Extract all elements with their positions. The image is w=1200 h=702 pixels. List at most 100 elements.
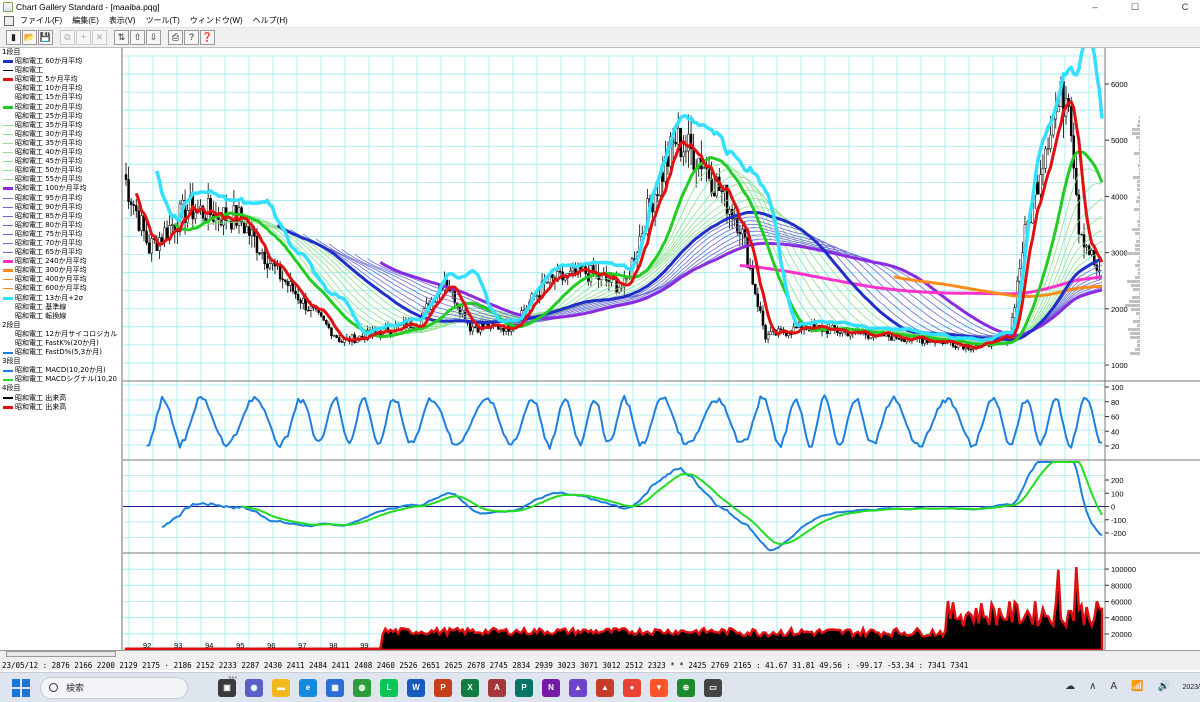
explorer-icon[interactable]: ▬ xyxy=(272,678,290,697)
add-button[interactable]: + xyxy=(76,30,91,45)
minimize-button[interactable]: – xyxy=(1080,0,1110,14)
volume-icon[interactable]: 🔊 xyxy=(1158,681,1170,692)
close-button[interactable]: C xyxy=(1170,0,1200,14)
ime-icon[interactable]: A xyxy=(1110,681,1117,692)
candle-body xyxy=(1041,167,1045,176)
legend-item[interactable]: 昭和電工 85か月平均 xyxy=(0,212,121,221)
axis-tick-label: 80 xyxy=(1111,398,1119,407)
brave-icon[interactable]: ▼ xyxy=(650,678,668,697)
chat-icon[interactable]: ◉ xyxy=(245,678,263,697)
legend-item[interactable]: 昭和電工 600か月平均 xyxy=(0,284,121,293)
overflow-icon[interactable]: ∧ xyxy=(1089,681,1096,692)
legend-item[interactable]: 昭和電工 13か月+2σ xyxy=(0,294,121,303)
legend-item[interactable]: 昭和電工 60か月平均 xyxy=(0,57,121,66)
legend-item[interactable]: 昭和電工 転換線 xyxy=(0,312,121,321)
down-button[interactable]: ⇩ xyxy=(146,30,161,45)
legend-section-header[interactable]: 3段目 xyxy=(0,357,121,366)
onenote-icon[interactable]: N xyxy=(542,678,560,697)
legend-item[interactable]: 昭和電工 基準線 xyxy=(0,303,121,312)
print-button[interactable]: ⎙ xyxy=(168,30,183,45)
year-label: 10 xyxy=(702,641,710,650)
legend-item[interactable]: 昭和電工 65か月平均 xyxy=(0,248,121,257)
legend-item[interactable]: 昭和電工 5か月平均 xyxy=(0,75,121,84)
candle-body xyxy=(330,327,333,337)
legend-item[interactable]: 昭和電工 35か月平均 xyxy=(0,121,121,130)
legend-item[interactable]: 昭和電工 75か月平均 xyxy=(0,230,121,239)
chart-type-button[interactable]: ▮ xyxy=(6,30,21,45)
menu-file[interactable]: ファイル(F) xyxy=(15,14,67,28)
access-icon[interactable]: A xyxy=(488,678,506,697)
start-icon[interactable] xyxy=(12,678,30,697)
legend-swatch xyxy=(3,307,13,308)
legend-item[interactable]: 昭和電工 12か月サイコロジカル xyxy=(0,330,121,339)
chart-gallery-icon[interactable]: ◍ xyxy=(353,678,371,697)
legend-item[interactable]: 昭和電工 20か月平均 xyxy=(0,103,121,112)
legend-item[interactable]: 昭和電工 80か月平均 xyxy=(0,221,121,230)
volume-profile-bar xyxy=(1129,300,1140,303)
delete-button[interactable]: ✕ xyxy=(92,30,107,45)
legend-item[interactable]: 昭和電工 30か月平均 xyxy=(0,130,121,139)
help-button[interactable]: ? xyxy=(184,30,199,45)
save-button[interactable]: 💾 xyxy=(38,30,53,45)
legend-item[interactable]: 昭和電工 95か月平均 xyxy=(0,194,121,203)
menu-tools[interactable]: ツール(T) xyxy=(141,14,185,28)
legend-item[interactable]: 昭和電工 FastD%(5,3か月) xyxy=(0,348,121,357)
legend-item[interactable]: 昭和電工 15か月平均 xyxy=(0,93,121,102)
candle-body xyxy=(545,282,549,284)
context-help-button[interactable]: ❓ xyxy=(200,30,215,45)
legend-item[interactable]: 昭和電工 25か月平均 xyxy=(0,112,121,121)
legend-item[interactable]: 昭和電工 45か月平均 xyxy=(0,157,121,166)
volume-profile-bar xyxy=(1139,156,1140,159)
legend-item[interactable]: 昭和電工 240か月平均 xyxy=(0,257,121,266)
store-icon[interactable]: ▦ xyxy=(326,678,344,697)
legend-section-header[interactable]: 2段目 xyxy=(0,321,121,330)
paint-icon[interactable]: ▲ xyxy=(596,678,614,697)
affinity-icon[interactable]: ▲ xyxy=(569,678,587,697)
menu-help[interactable]: ヘルプ(H) xyxy=(248,14,293,28)
legend-item[interactable]: 昭和電工 50か月平均 xyxy=(0,166,121,175)
candle-body xyxy=(787,333,790,336)
excel-icon[interactable]: X xyxy=(461,678,479,697)
legend-item[interactable]: 昭和電工 90か月平均 xyxy=(0,203,121,212)
menu-window[interactable]: ウィンドウ(W) xyxy=(185,14,248,28)
horizontal-scrollbar[interactable] xyxy=(6,651,116,657)
document-icon[interactable] xyxy=(4,15,14,26)
axis-tick-label: 4000 xyxy=(1111,192,1128,201)
search-icon xyxy=(49,683,58,692)
search-placeholder: 検索 xyxy=(66,683,85,693)
legend-item[interactable]: 昭和電工 100か月平均 xyxy=(0,184,121,193)
legend-section-header[interactable]: 4段目 xyxy=(0,384,121,393)
chrome-icon[interactable]: ● xyxy=(623,678,641,697)
legend-item[interactable]: 昭和電工 70か月平均 xyxy=(0,239,121,248)
volume-profile-bar xyxy=(1138,272,1140,275)
legend-item[interactable]: 昭和電工 300か月平均 xyxy=(0,266,121,275)
wifi-icon[interactable]: 📶 xyxy=(1131,681,1143,692)
menu-edit[interactable]: 編集(E) xyxy=(67,14,104,28)
cg-icon[interactable]: ⊕ xyxy=(677,678,695,697)
weather-icon[interactable]: ☁ xyxy=(1065,681,1075,692)
line-icon[interactable]: L xyxy=(380,678,398,697)
legend-item[interactable]: 昭和電工 FastK%(20か月) xyxy=(0,339,121,348)
up-button[interactable]: ⇧ xyxy=(130,30,145,45)
scale-button[interactable]: ⇅ xyxy=(114,30,129,45)
legend-item[interactable]: 昭和電工 出来高 xyxy=(0,403,121,412)
legend-item[interactable]: 昭和電工 35か月平均 xyxy=(0,139,121,148)
maximize-button[interactable]: ☐ xyxy=(1120,0,1150,14)
edge-icon[interactable]: e xyxy=(299,678,317,697)
legend-item[interactable]: 昭和電工 xyxy=(0,66,121,75)
volume-profile-bar xyxy=(1138,268,1140,271)
legend-section-header[interactable]: 1段目 xyxy=(0,48,121,57)
search-box[interactable]: 検索 xyxy=(40,676,188,699)
publisher-icon[interactable]: P xyxy=(515,678,533,697)
volume-profile-bar xyxy=(1135,348,1140,351)
legend-item[interactable]: 昭和電工 MACD(10,20か月) xyxy=(0,366,121,375)
powerpoint-icon[interactable]: P xyxy=(434,678,452,697)
legend-item[interactable]: 昭和電工 40か月平均 xyxy=(0,148,121,157)
open-button[interactable]: 📂 xyxy=(22,30,37,45)
word-icon[interactable]: W xyxy=(407,678,425,697)
menu-view[interactable]: 表示(V) xyxy=(104,14,141,28)
legend-label: 昭和電工 15か月平均 xyxy=(15,93,83,102)
chart-gallery-active-icon[interactable]: ▭ xyxy=(704,678,722,697)
legend-item[interactable]: 昭和電工 出来高 xyxy=(0,394,121,403)
copy-button[interactable]: ⧉ xyxy=(60,30,75,45)
